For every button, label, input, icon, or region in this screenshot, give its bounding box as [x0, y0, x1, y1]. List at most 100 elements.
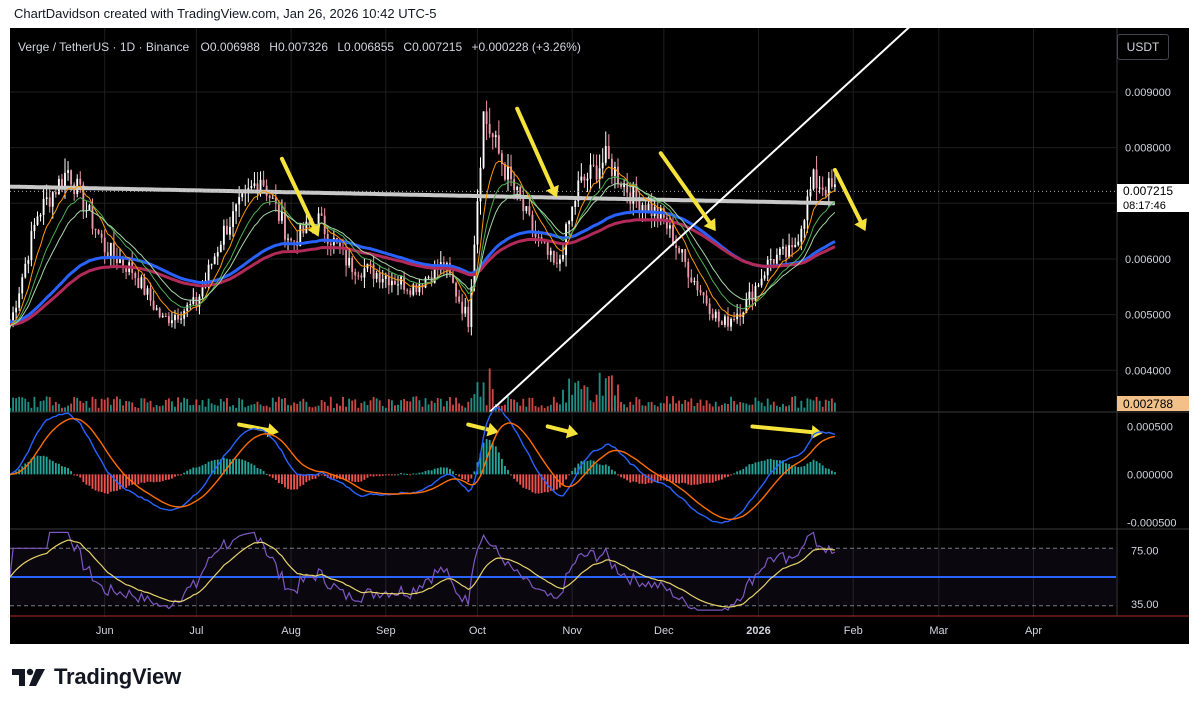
- candle-body: [180, 318, 183, 320]
- volume-bar: [705, 400, 708, 412]
- candle-body: [788, 245, 791, 258]
- macd-histogram-bar: [412, 473, 415, 475]
- volume-bar: [449, 397, 451, 412]
- macd-histogram-bar: [424, 471, 427, 475]
- macd-histogram-bar: [782, 460, 784, 475]
- macd-histogram-bar: [507, 469, 509, 475]
- macd-histogram-bar: [241, 459, 244, 475]
- symbol-header: Verge / TetherUS · 1D · Binance O0.00698…: [18, 40, 581, 54]
- macd-histogram-bar: [452, 471, 454, 475]
- macd-histogram-bar: [754, 462, 757, 475]
- candle-body: [171, 320, 173, 324]
- volume-bar: [274, 401, 277, 412]
- volume-bar: [806, 398, 809, 412]
- candle-body: [562, 255, 564, 260]
- volume-bar: [67, 405, 69, 412]
- volume-bar: [629, 401, 632, 412]
- volume-bar: [458, 403, 461, 412]
- macd-histogram-bar: [229, 459, 231, 475]
- volume-bar: [763, 406, 766, 412]
- macd-histogram-bar: [598, 464, 601, 475]
- macd-histogram-bar: [94, 474, 97, 491]
- macd-histogram-bar: [372, 474, 375, 477]
- volume-bar: [476, 382, 479, 412]
- candle-body: [482, 111, 485, 168]
- volume-bar: [88, 407, 91, 412]
- macd-histogram-bar: [280, 474, 283, 485]
- volume-bar: [259, 404, 262, 412]
- macd-histogram-bar: [82, 474, 85, 482]
- macd-histogram-bar: [134, 474, 137, 485]
- volume-bar: [323, 401, 326, 412]
- candle-body: [91, 205, 94, 229]
- currency-button[interactable]: USDT: [1117, 34, 1169, 60]
- volume-bar: [339, 405, 341, 412]
- price-tick-label: 0.004000: [1125, 365, 1171, 377]
- candle-body: [140, 277, 143, 288]
- macd-histogram-bar: [284, 474, 286, 488]
- volume-bar: [61, 407, 63, 412]
- volume-bar: [177, 397, 179, 412]
- macd-histogram-bar: [458, 474, 461, 477]
- candle-body: [329, 243, 332, 246]
- macd-histogram-bar: [415, 473, 418, 475]
- symbol-title: Verge / TetherUS · 1D · Binance O0.00698…: [18, 40, 581, 54]
- macd-line: [9, 406, 836, 524]
- volume-bar: [381, 405, 384, 412]
- macd-histogram-bar: [595, 463, 598, 475]
- macd-histogram-bar: [772, 459, 775, 475]
- candle-body: [30, 231, 33, 261]
- candle-body: [293, 240, 296, 242]
- macd-histogram-bar: [439, 467, 442, 475]
- candle-body: [67, 170, 69, 173]
- volume-bar: [665, 396, 668, 412]
- tradingview-logo[interactable]: TradingView: [12, 662, 181, 692]
- candle-body: [555, 262, 558, 264]
- volume-bar: [485, 405, 488, 412]
- rsi-tick-label: 75.00: [1131, 545, 1159, 557]
- volume-bar: [229, 406, 231, 412]
- candle-body: [146, 288, 149, 295]
- candle-body: [772, 259, 775, 264]
- volume-bar: [137, 407, 140, 412]
- macd-histogram-bar: [119, 474, 121, 490]
- candle-body: [201, 287, 204, 297]
- candle-body: [516, 186, 519, 190]
- macd-histogram-bar: [180, 474, 183, 476]
- volume-bar: [317, 405, 320, 412]
- chart-canvas[interactable]: 0.0090000.0080000.0070000.0060000.005000…: [9, 24, 1189, 644]
- macd-histogram-bar: [42, 455, 45, 475]
- chart-frame[interactable]: 0.0090000.0080000.0070000.0060000.005000…: [9, 24, 1189, 644]
- candle-body: [189, 303, 192, 305]
- volume-bar: [216, 405, 219, 412]
- candle-body: [754, 286, 757, 301]
- volume-bar: [436, 398, 439, 412]
- macd-histogram-bar: [632, 474, 635, 482]
- candle-body: [815, 169, 818, 189]
- volume-bar: [598, 372, 601, 412]
- macd-histogram-bar: [467, 474, 470, 482]
- volume-bar: [171, 401, 173, 412]
- macd-histogram-bar: [803, 466, 806, 475]
- candle-body: [760, 278, 763, 286]
- macd-histogram-bar: [271, 474, 274, 479]
- candle-body: [250, 185, 253, 189]
- volume-bar: [180, 402, 183, 412]
- candle-body: [290, 238, 293, 241]
- candle-body: [155, 308, 158, 310]
- macd-histogram-bar: [33, 456, 36, 475]
- candle-body: [271, 197, 274, 199]
- candle-body: [513, 179, 516, 190]
- macd-histogram-bar: [198, 466, 201, 475]
- candle-body: [794, 244, 797, 248]
- time-axis: Jun Jul Aug Sep Oct Nov Dec 2026 Feb Mar Apr: [96, 625, 1043, 637]
- volume-bar: [64, 407, 66, 412]
- candle-body: [791, 245, 794, 248]
- volume-bar: [97, 407, 100, 412]
- volume-bar: [684, 399, 687, 412]
- volume-bar: [305, 401, 308, 412]
- macd-histogram-bar: [562, 474, 564, 486]
- macd-histogram-bar: [433, 468, 436, 475]
- ohlc-high: H0.007326: [269, 40, 328, 54]
- volume-bar: [614, 395, 616, 412]
